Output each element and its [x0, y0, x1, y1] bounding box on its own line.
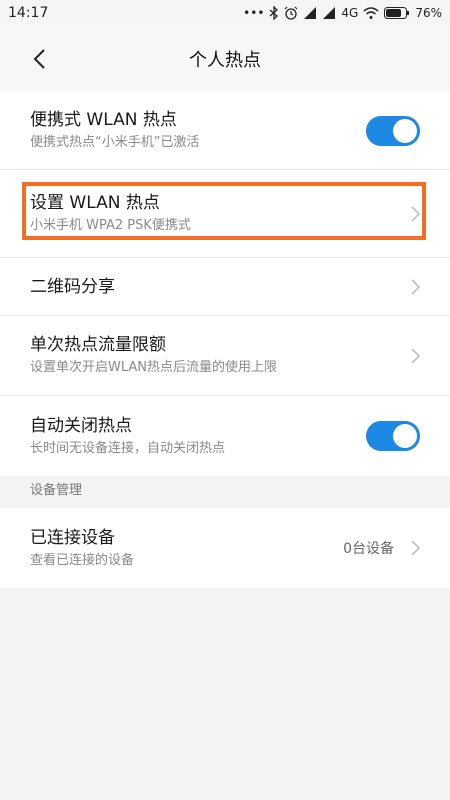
battery-percent: 76% — [415, 6, 442, 20]
portable-hotspot-toggle[interactable] — [366, 115, 420, 146]
back-button[interactable] — [24, 44, 54, 74]
page-title: 个人热点 — [189, 50, 261, 71]
setting-title: 单次热点流量限额 — [30, 335, 166, 355]
notification-dots: ••• — [243, 6, 265, 20]
chevron-right-icon — [411, 278, 420, 295]
wifi-icon — [363, 7, 379, 19]
network-type: 4G — [341, 6, 359, 20]
section-label-device-management: 设备管理 — [30, 483, 83, 498]
setting-row-qr-share[interactable]: 二维码分享 — [0, 258, 450, 316]
connected-device-count: 0台设备 — [343, 541, 394, 557]
battery-icon — [384, 7, 410, 19]
app-header: 个人热点 — [0, 26, 450, 92]
auto-off-toggle[interactable] — [366, 421, 420, 451]
setting-title: 设置 WLAN 热点 — [30, 193, 160, 213]
alarm-icon — [284, 6, 298, 20]
chevron-left-icon — [33, 49, 45, 69]
setting-row-connected-devices[interactable]: 已连接设备 查看已连接的设备 0台设备 — [0, 508, 450, 588]
toggle-knob — [393, 118, 417, 143]
setting-subtitle: 小米手机 WPA2 PSK便携式 — [30, 218, 191, 233]
setting-subtitle: 设置单次开启WLAN热点后流量的使用上限 — [30, 360, 278, 375]
chevron-right-icon — [411, 540, 420, 556]
setting-title: 二维码分享 — [30, 276, 115, 297]
hotspot-settings-list: 便携式 WLAN 热点 便携式热点“小米手机”已激活 设置 WLAN 热点 小米… — [0, 92, 450, 476]
chevron-right-icon — [411, 205, 420, 222]
status-time: 14:17 — [8, 5, 49, 21]
setting-row-data-limit[interactable]: 单次热点流量限额 设置单次开启WLAN热点后流量的使用上限 — [0, 316, 450, 396]
status-icons: ••• 4G 76% — [243, 6, 442, 20]
signal-2-icon — [323, 7, 336, 19]
chevron-right-icon — [411, 347, 420, 364]
bluetooth-icon — [269, 6, 279, 20]
device-management-list: 已连接设备 查看已连接的设备 0台设备 — [0, 508, 450, 588]
setting-row-portable-hotspot[interactable]: 便携式 WLAN 热点 便携式热点“小米手机”已激活 — [0, 92, 450, 170]
status-bar: 14:17 ••• 4G 76% — [0, 0, 450, 26]
signal-1-icon — [304, 7, 317, 19]
setting-row-auto-off[interactable]: 自动关闭热点 长时间无设备连接，自动关闭热点 — [0, 396, 450, 476]
toggle-knob — [393, 424, 417, 448]
setting-row-configure-hotspot[interactable]: 设置 WLAN 热点 小米手机 WPA2 PSK便携式 — [0, 170, 450, 258]
